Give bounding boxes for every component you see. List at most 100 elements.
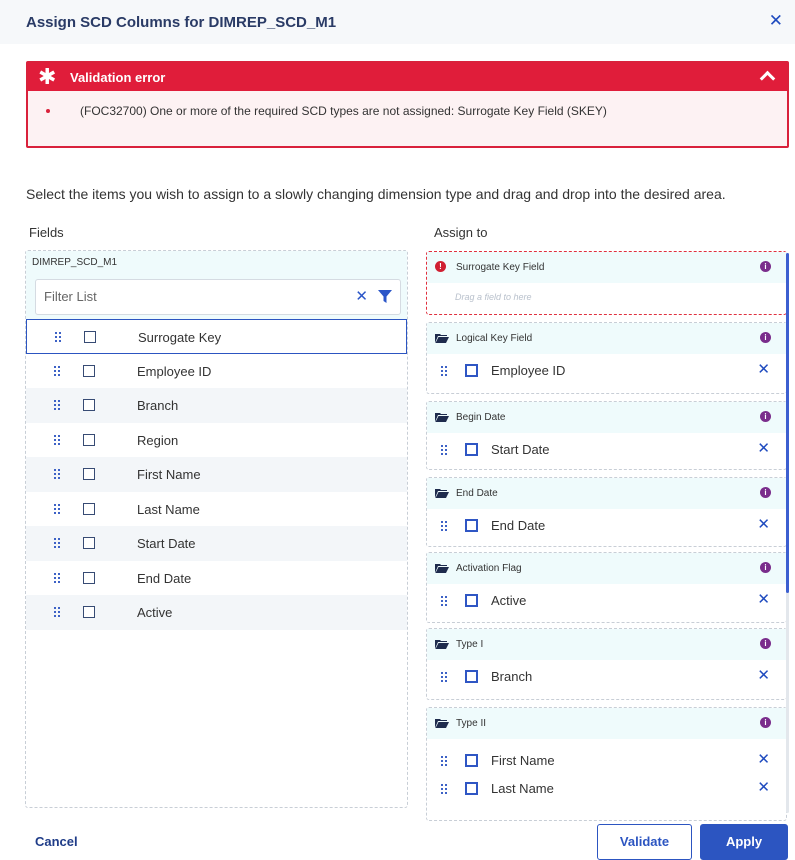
field-checkbox[interactable] [83, 502, 95, 515]
field-name: Start Date [137, 536, 196, 551]
apply-button[interactable]: Apply [700, 824, 788, 860]
validation-error-body: (FOC32700) One or more of the required S… [28, 91, 787, 146]
assigned-item-checkbox[interactable] [465, 782, 478, 795]
assigned-item-name: Start Date [491, 442, 550, 457]
drag-handle-icon[interactable] [441, 366, 447, 376]
filter-list-input[interactable] [44, 289, 324, 304]
assigned-item[interactable]: Branch ✕ [427, 660, 786, 694]
info-icon[interactable]: i [760, 638, 771, 649]
assigned-item-checkbox[interactable] [465, 594, 478, 607]
remove-icon[interactable]: ✕ [757, 780, 770, 796]
field-row[interactable]: First Name [26, 457, 407, 492]
field-checkbox[interactable] [83, 537, 95, 549]
field-list: Surrogate Key Employee ID Branch Region Firs… [26, 319, 407, 630]
field-checkbox[interactable] [83, 606, 95, 618]
assigned-item-checkbox[interactable] [465, 364, 478, 377]
cancel-button[interactable]: Cancel [35, 834, 78, 849]
drag-handle-icon[interactable] [55, 332, 61, 342]
assigned-item[interactable]: Start Date ✕ [427, 433, 786, 467]
assigned-item-checkbox[interactable] [465, 670, 478, 683]
assigned-item-checkbox[interactable] [465, 443, 478, 456]
info-icon[interactable]: i [760, 487, 771, 498]
assigned-item-name: Active [491, 593, 527, 608]
drop-zone[interactable]: Drag a field to here [427, 283, 786, 314]
drag-handle-icon[interactable] [441, 521, 447, 531]
assign-group[interactable]: Activation Flag i Active ✕ [426, 552, 787, 623]
assign-group[interactable]: Logical Key Field i Employee ID ✕ [426, 322, 787, 394]
field-checkbox[interactable] [83, 399, 95, 411]
info-icon[interactable]: i [760, 332, 771, 343]
assign-group[interactable]: Type II i First Name ✕ Last Name ✕ [426, 707, 787, 821]
chevron-up-icon[interactable] [759, 70, 776, 87]
drag-handle-icon[interactable] [54, 503, 60, 514]
assign-group-name: Begin Date [456, 412, 506, 423]
filter-icon[interactable] [378, 290, 392, 304]
field-row[interactable]: Employee ID [26, 354, 407, 389]
field-row[interactable]: Last Name [26, 492, 407, 527]
drag-handle-icon[interactable] [54, 365, 60, 376]
info-icon[interactable]: i [760, 717, 771, 728]
field-row[interactable]: Start Date [26, 526, 407, 561]
field-checkbox[interactable] [83, 364, 95, 377]
assign-scrollbar[interactable] [786, 253, 789, 813]
assigned-item[interactable]: Employee ID ✕ [427, 354, 786, 388]
remove-icon[interactable]: ✕ [757, 362, 770, 378]
field-checkbox[interactable] [84, 331, 96, 343]
field-row[interactable]: Region [26, 423, 407, 458]
assign-group-header: Logical Key Field i [427, 323, 786, 354]
assigned-item-checkbox[interactable] [465, 754, 478, 767]
drag-handle-icon[interactable] [441, 672, 447, 682]
validate-button[interactable]: Validate [597, 824, 692, 860]
assign-group[interactable]: Begin Date i Start Date ✕ [426, 401, 787, 470]
asterisk-icon: ✱ [38, 64, 57, 89]
remove-icon[interactable]: ✕ [757, 668, 770, 684]
assign-to-panel: ! Surrogate Key Field i Drag a field to her… [426, 251, 793, 821]
remove-icon[interactable]: ✕ [757, 592, 770, 608]
dialog-header: Assign SCD Columns for DIMREP_SCD_M1 ✕ [0, 0, 795, 44]
assign-group-header: ! Surrogate Key Field i [427, 252, 786, 283]
info-icon[interactable]: i [760, 411, 771, 422]
field-row[interactable]: Surrogate Key [26, 319, 407, 354]
filter-list-box: ✕ [35, 279, 401, 315]
assigned-item[interactable]: End Date ✕ [427, 509, 786, 543]
assigned-item[interactable]: Active ✕ [427, 584, 786, 618]
scrollbar-thumb[interactable] [786, 253, 789, 593]
drag-handle-icon[interactable] [54, 434, 60, 445]
drag-handle-icon[interactable] [441, 784, 447, 794]
field-row[interactable]: End Date [26, 561, 407, 596]
drag-handle-icon[interactable] [54, 607, 60, 617]
assigned-item[interactable]: Last Name ✕ [427, 772, 786, 800]
drag-handle-icon[interactable] [441, 596, 447, 606]
fields-label: Fields [29, 225, 64, 240]
drag-handle-icon[interactable] [54, 572, 60, 583]
drag-handle-icon[interactable] [54, 400, 60, 410]
assigned-item-checkbox[interactable] [465, 519, 478, 532]
field-row[interactable]: Active [26, 595, 407, 630]
remove-icon[interactable]: ✕ [757, 517, 770, 533]
field-name: Region [137, 432, 179, 448]
assign-group[interactable]: Type I i Branch ✕ [426, 628, 787, 700]
folder-open-icon [435, 640, 449, 649]
remove-icon[interactable]: ✕ [757, 441, 770, 457]
drag-handle-icon[interactable] [54, 538, 60, 548]
validation-error-message: (FOC32700) One or more of the required S… [80, 104, 607, 118]
field-checkbox[interactable] [83, 468, 95, 480]
assign-group[interactable]: ! Surrogate Key Field i Drag a field to her… [426, 251, 787, 315]
field-checkbox[interactable] [83, 433, 95, 446]
field-row[interactable]: Branch [26, 388, 407, 423]
folder-open-icon [435, 564, 449, 573]
drag-handle-icon[interactable] [441, 756, 447, 766]
validation-error-header[interactable]: ✱ Validation error [28, 63, 787, 91]
assigned-item[interactable]: First Name ✕ [427, 744, 786, 772]
info-icon[interactable]: i [760, 562, 771, 573]
close-icon[interactable]: ✕ [769, 12, 783, 30]
drag-handle-icon[interactable] [54, 469, 60, 479]
clear-filter-icon[interactable]: ✕ [355, 288, 368, 306]
assign-group[interactable]: End Date i End Date ✕ [426, 477, 787, 547]
instruction-text: Select the items you wish to assign to a… [26, 186, 726, 202]
error-icon: ! [435, 261, 446, 272]
remove-icon[interactable]: ✕ [757, 752, 770, 768]
drag-handle-icon[interactable] [441, 445, 447, 455]
info-icon[interactable]: i [760, 261, 771, 272]
field-checkbox[interactable] [83, 571, 95, 584]
